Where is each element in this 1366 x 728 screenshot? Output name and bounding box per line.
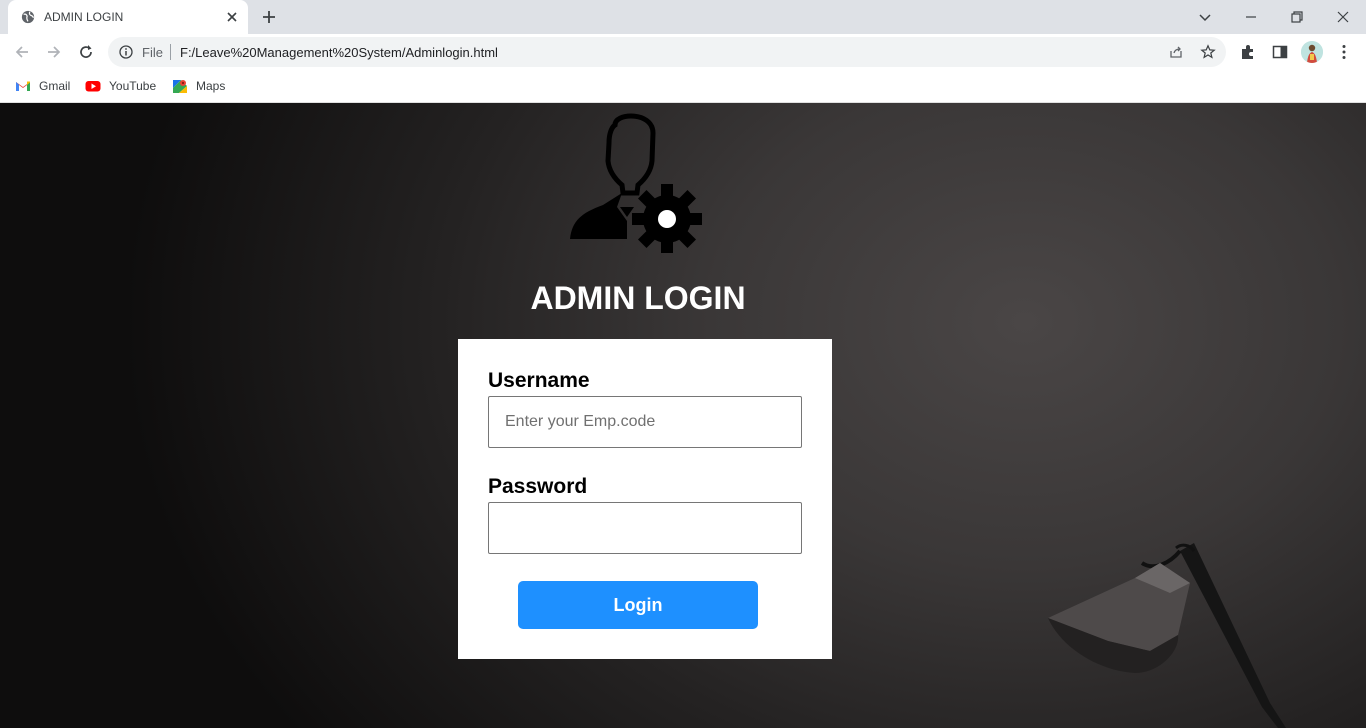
- scheme-label: File: [142, 45, 163, 60]
- new-tab-icon[interactable]: [260, 8, 278, 26]
- tab-title: ADMIN LOGIN: [44, 10, 124, 24]
- profile-picture-icon: [1301, 41, 1323, 63]
- login-button[interactable]: Login: [518, 581, 758, 629]
- bookmark-youtube[interactable]: YouTube: [85, 77, 156, 95]
- password-input[interactable]: [488, 502, 802, 554]
- extensions-puzzle-icon[interactable]: [1239, 43, 1257, 61]
- username-input[interactable]: [488, 396, 802, 448]
- bookmark-label: Maps: [196, 79, 226, 93]
- site-info-icon[interactable]: [119, 45, 133, 59]
- admin-settings-icon: [570, 113, 702, 253]
- address-bar[interactable]: File F:/Leave%20Management%20System/Admi…: [108, 37, 1226, 67]
- forward-arrow-icon[interactable]: [44, 42, 64, 62]
- bookmark-star-icon[interactable]: [1200, 44, 1216, 60]
- password-label: Password: [488, 475, 588, 498]
- page-viewport: ADMIN LOGIN Username Password Login: [0, 103, 1366, 728]
- restore-icon[interactable]: [1287, 7, 1307, 27]
- youtube-icon: [85, 81, 101, 92]
- url-text[interactable]: F:/Leave%20Management%20System/Adminlogi…: [180, 45, 498, 60]
- tab-strip: ADMIN LOGIN: [0, 0, 1366, 34]
- bookmark-label: Gmail: [39, 79, 71, 93]
- browser-tab-active[interactable]: ADMIN LOGIN: [8, 0, 248, 34]
- maps-icon: [173, 80, 187, 93]
- more-menu-icon[interactable]: [1335, 43, 1353, 61]
- minimize-icon[interactable]: [1241, 7, 1261, 27]
- page-title: ADMIN LOGIN: [530, 280, 746, 316]
- desk-lamp-illustration: [1048, 543, 1286, 728]
- back-arrow-icon[interactable]: [12, 42, 32, 62]
- bookmark-maps[interactable]: Maps: [172, 77, 225, 95]
- gmail-icon: [16, 81, 30, 91]
- close-window-icon[interactable]: [1333, 7, 1353, 27]
- bookmark-gmail[interactable]: Gmail: [15, 77, 70, 95]
- browser-toolbar: File F:/Leave%20Management%20System/Admi…: [0, 34, 1366, 70]
- profile-avatar[interactable]: [1301, 41, 1323, 63]
- login-form: Username Password Login: [458, 339, 832, 659]
- bookmarks-bar: Gmail YouTube Maps: [0, 70, 1366, 103]
- omnibox-divider: [170, 44, 171, 60]
- side-panel-icon[interactable]: [1271, 43, 1289, 61]
- globe-icon: [21, 10, 35, 24]
- share-icon[interactable]: [1168, 44, 1184, 60]
- username-label: Username: [488, 369, 590, 392]
- tab-search-chevron-icon[interactable]: [1195, 7, 1215, 27]
- bookmark-label: YouTube: [109, 79, 157, 93]
- close-tab-icon[interactable]: [224, 9, 240, 25]
- reload-icon[interactable]: [76, 42, 96, 62]
